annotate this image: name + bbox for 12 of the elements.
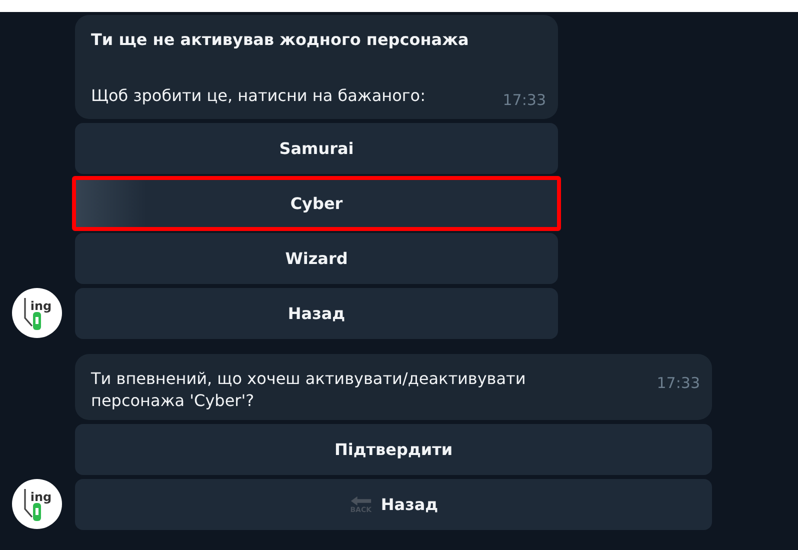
bot-avatar[interactable]: ing: [12, 479, 62, 529]
message-text: Ти ще не активував жодного персонажа: [91, 30, 469, 49]
keyboard-button[interactable]: Samurai: [75, 123, 558, 174]
keyboard-button[interactable]: Назад: [75, 288, 558, 339]
keyboard-button[interactable]: Wizard: [75, 233, 558, 284]
message-time: 17:33: [656, 373, 700, 394]
keyboard-button[interactable]: Cyber: [72, 176, 561, 231]
message-time: 17:33: [502, 90, 546, 111]
message-text: Ти впевнений, що хочеш активувати/деактивувати персонажа 'Cyber'?: [91, 368, 527, 412]
keyboard-button[interactable]: Підтвердити: [75, 424, 712, 475]
bot-avatar[interactable]: ing: [12, 288, 62, 338]
message-text: Щоб зробити це, натисни на бажаного:: [91, 86, 426, 105]
